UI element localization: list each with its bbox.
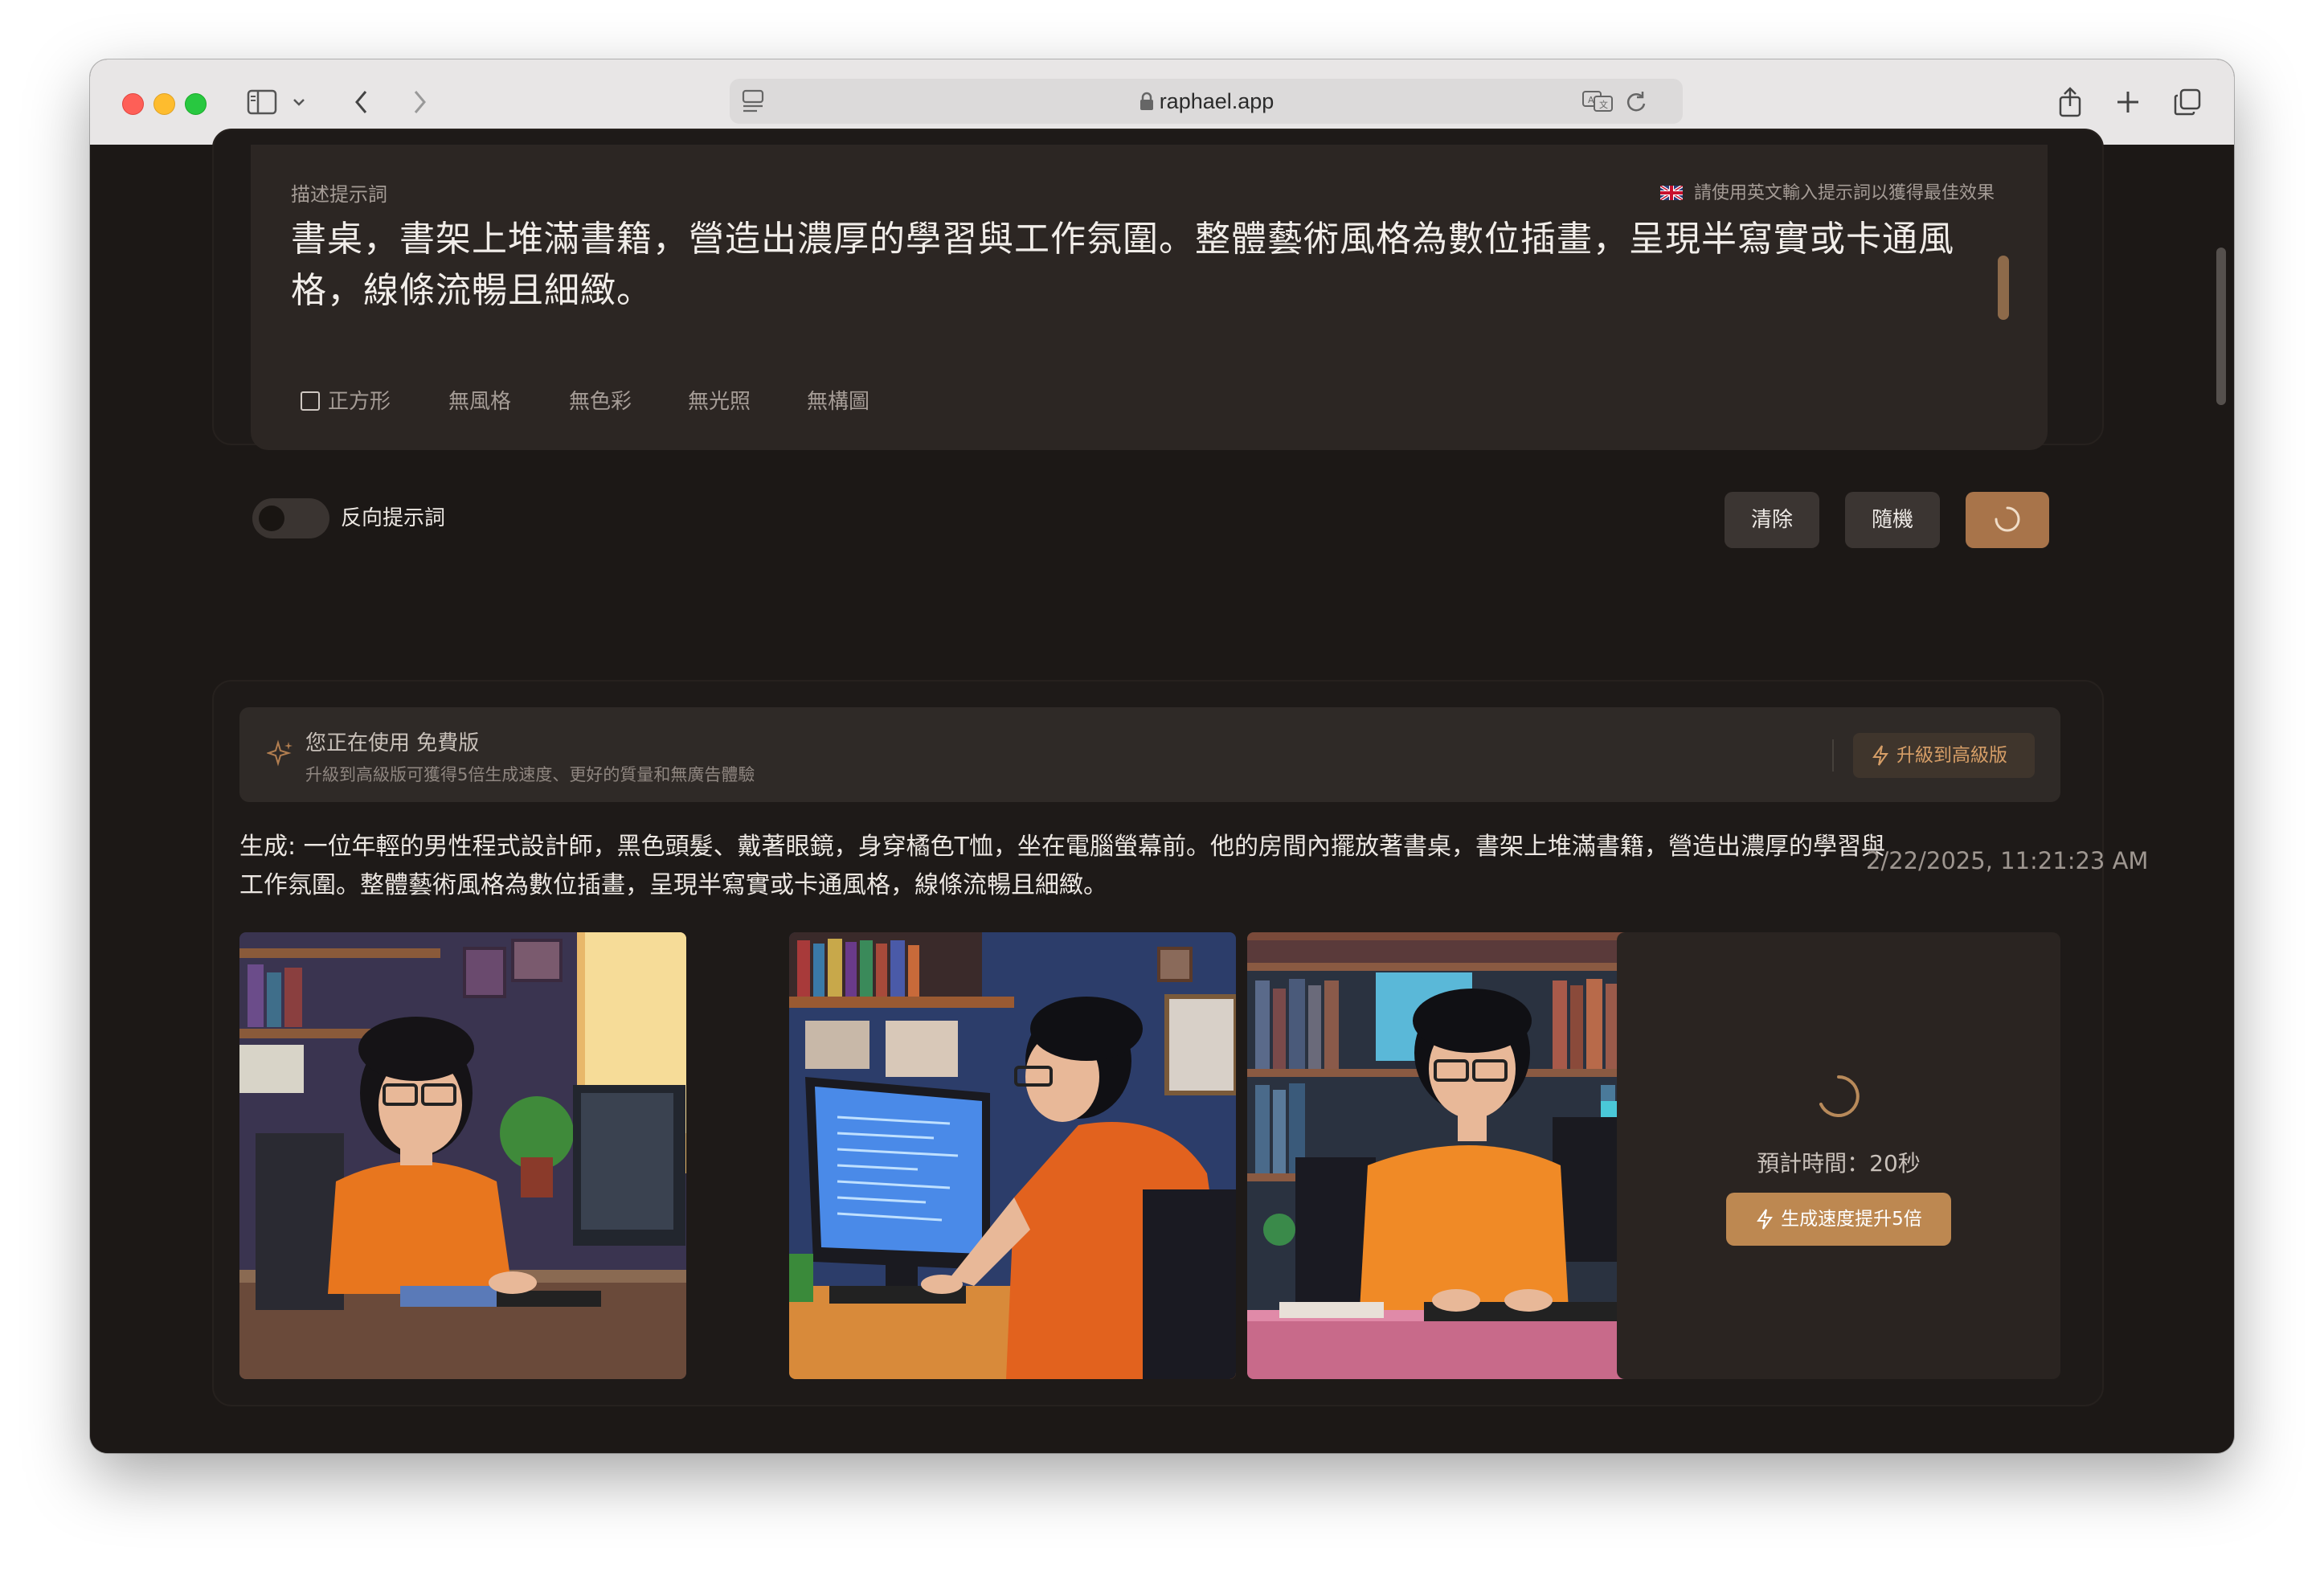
negative-prompt-label: 反向提示詞: [341, 506, 446, 530]
toggle-knob: [259, 506, 284, 531]
generation-prefix: 生成:: [239, 833, 297, 861]
browser-window: raphael.app A文 描述提示詞 請使用英文輸入提示詞以獲得最佳效果 書…: [90, 59, 2234, 1453]
checkbox-icon[interactable]: [301, 391, 320, 411]
plan-name: 免費版: [416, 731, 480, 755]
lightning-icon: [1757, 1209, 1774, 1230]
page-scrollbar[interactable]: [2216, 248, 2226, 405]
plan-banner: [239, 707, 2060, 802]
generate-button[interactable]: [1966, 492, 2049, 548]
sidebar-icon[interactable]: [244, 84, 280, 121]
minimize-window-button[interactable]: [153, 93, 175, 115]
prompt-scrollbar[interactable]: [1998, 256, 2009, 320]
upgrade-label: 升級到高級版: [1896, 745, 2007, 766]
prompt-text: 書桌，書架上堆滿書籍，營造出濃厚的學習與工作氛圍。整體藝術風格為數位插畫，呈現半…: [291, 219, 1954, 311]
plan-title-prefix: 您正在使用: [305, 731, 411, 755]
address-bar[interactable]: raphael.app A文: [730, 79, 1683, 124]
speed-up-label: 生成速度提升5倍: [1781, 1209, 1922, 1230]
banner-divider: [1832, 739, 1834, 772]
negative-prompt-toggle[interactable]: [252, 498, 329, 538]
svg-text:A: A: [1588, 95, 1594, 105]
reload-icon[interactable]: [1625, 90, 1647, 117]
generation-prompt: 生成: 一位年輕的男性程式設計師，黑色頭髮、戴著眼鏡，身穿橘色T恤，坐在電腦螢幕…: [239, 828, 1898, 905]
lightning-icon: [1872, 745, 1888, 766]
estimated-time: 預計時間：20秒: [1757, 1150, 1921, 1177]
loading-spinner-icon: [1995, 506, 2020, 532]
share-icon[interactable]: [2054, 84, 2086, 121]
lock-icon: [1139, 92, 1153, 110]
option-lighting[interactable]: 無光照: [688, 386, 751, 418]
sparkle-icon: [265, 739, 294, 770]
chevron-down-icon[interactable]: [289, 84, 309, 121]
plan-title: 您正在使用 免費版: [305, 727, 479, 756]
tab-overview-icon[interactable]: [2171, 84, 2203, 121]
url-text: raphael.app: [1159, 89, 1275, 113]
option-square-label: 正方形: [328, 390, 391, 414]
prompt-label: 描述提示詞: [291, 183, 387, 206]
page-content: 描述提示詞 請使用英文輸入提示詞以獲得最佳效果 書桌，書架上堆滿書籍，營造出濃厚…: [90, 129, 2234, 1453]
url-display: raphael.app: [730, 79, 1683, 124]
plan-subtitle: 升級到高級版可獲得5倍生成速度、更好的質量和無廣告體驗: [305, 765, 755, 784]
option-composition[interactable]: 無構圖: [807, 386, 869, 418]
new-tab-icon[interactable]: [2112, 84, 2144, 121]
generated-image-1[interactable]: [239, 932, 686, 1379]
uk-flag-icon: [1659, 184, 1684, 202]
close-window-button[interactable]: [122, 93, 144, 115]
back-icon[interactable]: [347, 84, 376, 121]
clear-button[interactable]: 清除: [1725, 492, 1819, 548]
svg-text:文: 文: [1599, 99, 1608, 110]
generated-image-2[interactable]: [789, 932, 1236, 1379]
zoom-window-button[interactable]: [185, 93, 207, 115]
forward-icon[interactable]: [405, 84, 434, 121]
prompt-hint: 請使用英文輸入提示詞以獲得最佳效果: [1659, 178, 1995, 204]
option-square[interactable]: 正方形: [301, 386, 391, 418]
generation-timestamp: 2/22/2025, 11:21:23 AM: [1866, 847, 2149, 874]
speed-up-button[interactable]: 生成速度提升5倍: [1726, 1193, 1951, 1246]
option-style[interactable]: 無風格: [448, 386, 511, 418]
prompt-hint-text: 請使用英文輸入提示詞以獲得最佳效果: [1694, 183, 1995, 203]
translate-icon[interactable]: A文: [1581, 88, 1614, 117]
upgrade-button[interactable]: 升級到高級版: [1853, 733, 2035, 778]
option-color[interactable]: 無色彩: [569, 386, 632, 418]
generation-prompt-text: 一位年輕的男性程式設計師，黑色頭髮、戴著眼鏡，身穿橘色T恤，坐在電腦螢幕前。他的…: [239, 833, 1885, 899]
loading-spinner-icon: [1816, 1074, 1861, 1122]
random-button[interactable]: 隨機: [1845, 492, 1940, 548]
